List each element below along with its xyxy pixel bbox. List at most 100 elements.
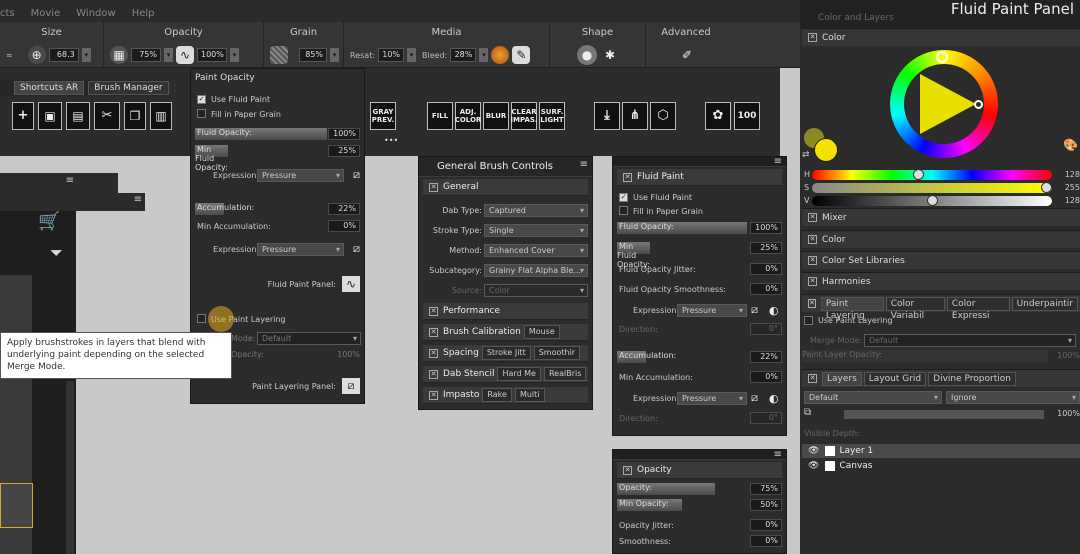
- opacity-field-2[interactable]: 100%: [197, 48, 227, 62]
- collapse-icon[interactable]: ✕: [429, 306, 438, 316]
- saturation-knob[interactable]: [1041, 182, 1052, 193]
- tab-realbristle[interactable]: RealBris: [543, 367, 587, 381]
- paint-layer-opacity-slider[interactable]: Paint Layer Opacity:: [802, 350, 1048, 362]
- accumulation-bar[interactable]: Accumulation:: [195, 203, 254, 215]
- fluid-wave-icon[interactable]: ∿: [176, 46, 194, 64]
- resat-dropdown[interactable]: ▾: [407, 48, 417, 62]
- mixer-section[interactable]: ✕ Mixer: [802, 208, 1080, 226]
- tab-mouse[interactable]: Mouse: [523, 325, 560, 339]
- resat-field[interactable]: 10%: [378, 48, 405, 62]
- eye-icon[interactable]: 👁: [808, 461, 819, 471]
- size-dropdown[interactable]: ▾: [81, 48, 91, 62]
- min-fluid-opacity-value[interactable]: 25%: [750, 242, 782, 254]
- collapse-icon[interactable]: ✕: [808, 33, 817, 42]
- gray-prev-button[interactable]: GRAY PREV.: [370, 102, 396, 130]
- layer-opacity-value[interactable]: 100%: [337, 350, 360, 359]
- size-target-icon[interactable]: ⊕: [27, 46, 46, 64]
- new-icon[interactable]: +: [12, 102, 34, 130]
- media-color-icon[interactable]: [491, 46, 510, 64]
- opacity-section[interactable]: ✕ Opacity: [617, 462, 782, 479]
- brush-thumbnail-selected[interactable]: [0, 483, 33, 528]
- opacity-dropdown[interactable]: ▾: [164, 48, 173, 62]
- collapse-icon[interactable]: ✕: [808, 277, 817, 286]
- expression-select[interactable]: Pressure: [257, 168, 344, 182]
- value-value[interactable]: 128: [1065, 196, 1080, 205]
- surface-light-button[interactable]: SURF. LIGHT: [539, 102, 565, 130]
- collapse-icon[interactable]: ✕: [429, 327, 438, 337]
- scrollbar[interactable]: [66, 381, 74, 554]
- fluid-paint-panel-icon[interactable]: ∿: [342, 276, 360, 292]
- panel-menu-icon[interactable]: ≡: [580, 159, 588, 170]
- subcategory-select[interactable]: Grainy Flat Alpha Ble...: [484, 263, 588, 277]
- tab-smoothing[interactable]: Smoothir: [533, 346, 581, 360]
- opacity-dropdown-2[interactable]: ▾: [230, 48, 239, 62]
- collapse-icon[interactable]: ✕: [429, 182, 438, 192]
- min-accumulation-value[interactable]: 0%: [328, 220, 360, 232]
- source-select[interactable]: Color: [484, 283, 588, 297]
- color-set-libraries-section[interactable]: ✕ Color Set Libraries: [802, 251, 1080, 269]
- shape-round-icon[interactable]: ●: [577, 45, 597, 65]
- tab-layers[interactable]: Layers: [822, 371, 862, 386]
- saturation-slider[interactable]: [812, 182, 1052, 193]
- impasto-section[interactable]: ✕ Impasto Rake Multi: [423, 387, 588, 404]
- collapse-icon[interactable]: ✕: [429, 369, 438, 379]
- tab-hard-media[interactable]: Hard Me: [497, 367, 541, 381]
- adj-color-button[interactable]: ADJ. COLOR: [455, 102, 481, 130]
- cube-icon[interactable]: ⬡: [650, 102, 676, 130]
- bleed-dropdown[interactable]: ▾: [479, 48, 489, 62]
- use-fluid-paint-checkbox[interactable]: ✓: [197, 95, 206, 104]
- min-opacity-value[interactable]: 50%: [750, 499, 782, 511]
- menu-icon[interactable]: ≡: [66, 175, 74, 186]
- collapse-icon[interactable]: ✕: [429, 390, 438, 400]
- primary-color-swatch[interactable]: [814, 138, 838, 162]
- direction-value[interactable]: 0°: [750, 323, 782, 335]
- color-tools-icon[interactable]: 🎨: [1063, 138, 1078, 152]
- method-select[interactable]: Enhanced Cover: [484, 243, 588, 257]
- save-icon[interactable]: ▣: [38, 102, 62, 130]
- saturation-handle[interactable]: [974, 100, 983, 109]
- advanced-brush-icon[interactable]: ✐: [677, 45, 697, 65]
- collapse-icon[interactable]: ✕: [623, 172, 632, 182]
- color-triangle[interactable]: [920, 74, 976, 134]
- eyedropper-icon[interactable]: ✎: [512, 46, 531, 64]
- filter-icon[interactable]: ⏷: [50, 243, 63, 263]
- composite-depth-select[interactable]: Ignore: [946, 391, 1080, 404]
- min-opacity-bar[interactable]: Min Opacity:: [617, 499, 682, 511]
- layer-opacity-value[interactable]: 100%: [1057, 409, 1080, 418]
- expression-select-2[interactable]: Pressure: [677, 391, 747, 405]
- panel-menu-icon[interactable]: ≡: [774, 156, 782, 167]
- fluid-opacity-slider[interactable]: Fluid Opacity: 100%: [613, 220, 786, 236]
- accumulation-value[interactable]: 22%: [328, 203, 360, 215]
- paint-layer-opacity-value[interactable]: 100%: [1057, 351, 1080, 360]
- zoom-100-icon[interactable]: 100: [734, 102, 760, 130]
- collapse-icon[interactable]: ✕: [623, 465, 632, 475]
- merge-mode-select[interactable]: Default: [864, 334, 1076, 347]
- panel-menu-icon[interactable]: ≡: [774, 449, 782, 460]
- opacity-field[interactable]: 75%: [131, 48, 161, 62]
- min-fluid-opacity-slider[interactable]: Min Fluid Opacity: 25%: [191, 143, 364, 172]
- eye-icon[interactable]: 👁: [808, 446, 819, 456]
- toolbar-ellipsis[interactable]: •••: [384, 136, 398, 145]
- expression-settings-icon[interactable]: ⧄: [751, 303, 758, 317]
- grain-field[interactable]: 85%: [299, 48, 327, 62]
- dab-stencil-section[interactable]: ✕ Dab Stencil Hard Me RealBris: [423, 366, 588, 383]
- layer-row-layer1[interactable]: 👁 Layer 1: [802, 444, 1080, 458]
- fluid-opacity-value[interactable]: 100%: [750, 222, 782, 234]
- hue-slider[interactable]: [812, 169, 1052, 180]
- dab-type-select[interactable]: Captured: [484, 203, 588, 217]
- layer-row-canvas[interactable]: 👁 Canvas: [802, 459, 1080, 473]
- opacity-bar[interactable]: Opacity:: [617, 483, 715, 495]
- save-as-icon[interactable]: ▤: [66, 102, 90, 130]
- paint-layering-panel-icon[interactable]: ⧄: [342, 378, 360, 394]
- fluid-opacity-bar[interactable]: Fluid Opacity:: [617, 222, 747, 234]
- min-fluid-opacity-slider[interactable]: Min Fluid Opacity: 25%: [613, 240, 786, 269]
- accumulation-value[interactable]: 22%: [750, 351, 782, 363]
- blur-button[interactable]: BLUR: [483, 102, 509, 130]
- min-fluid-opacity-value[interactable]: 25%: [328, 145, 360, 157]
- expression-select-2[interactable]: Pressure: [257, 242, 344, 256]
- menu-movie[interactable]: Movie: [31, 8, 61, 22]
- menu-help[interactable]: Help: [132, 8, 155, 22]
- accumulation-slider[interactable]: Accumulation: 22%: [613, 349, 786, 365]
- min-accumulation-value[interactable]: 0%: [750, 371, 782, 383]
- value-slider[interactable]: [812, 195, 1052, 206]
